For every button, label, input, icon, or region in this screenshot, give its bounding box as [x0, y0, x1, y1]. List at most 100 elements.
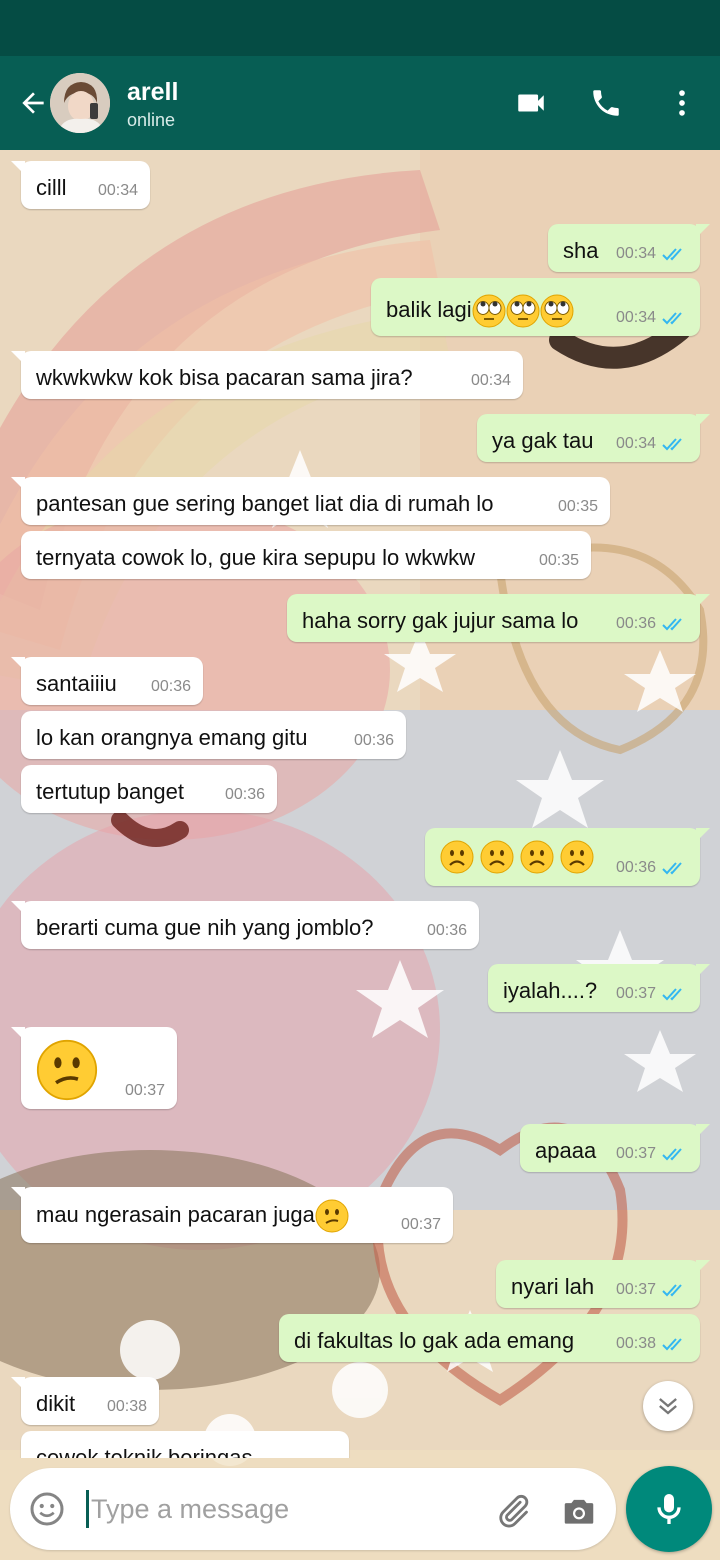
message-time: 00:38: [615, 1335, 656, 1352]
message-bubble-incoming[interactable]: tertutup banget 00:36: [21, 765, 277, 813]
message-bubble-incoming[interactable]: wkwkwkw kok bisa pacaran sama jira? 00:3…: [11, 351, 523, 399]
confused-face-icon: [36, 1039, 98, 1101]
message-text: pantesan gue sering banget liat dia di r…: [36, 491, 494, 516]
message-text: cewek teknik beringas: [36, 1445, 253, 1458]
face-with-rolling-eyes-icon: [506, 294, 540, 328]
message-compose-bar: [10, 1468, 616, 1550]
more-vert-icon: [679, 90, 685, 116]
arrow-left-icon: [22, 92, 44, 114]
message-time: 00:35: [557, 498, 598, 515]
message-bubble-incoming[interactable]: cewek teknik beringas: [21, 1431, 349, 1458]
message-time: 00:36: [353, 732, 394, 749]
double-check-icon: [662, 862, 682, 875]
message-bubble-incoming[interactable]: cilll 00:34: [11, 161, 150, 209]
message-text: lo kan orangnya emang gitu: [36, 725, 308, 750]
phone-icon: [593, 90, 619, 116]
message-text: balik lagi: [386, 296, 472, 322]
double-check-icon: [662, 618, 682, 631]
message-text: haha sorry gak jujur sama lo: [302, 608, 579, 633]
double-check-icon: [662, 312, 682, 325]
chat-header: arell online: [0, 56, 720, 150]
avatar[interactable]: [50, 73, 110, 133]
message-bubble-outgoing[interactable]: haha sorry gak jujur sama lo 00:36: [287, 594, 710, 642]
message-bubble-incoming[interactable]: 00:37: [11, 1027, 177, 1109]
frowning-face-icon: [480, 840, 514, 874]
message-bubble-incoming[interactable]: mau ngerasain pacaran juga 00:37: [11, 1187, 453, 1243]
message-text: tertutup banget: [36, 779, 185, 804]
message-bubble-outgoing[interactable]: ya gak tau 00:34: [477, 414, 710, 462]
message-time: 00:34: [470, 372, 511, 389]
message-text: iyalah....?: [503, 978, 598, 1003]
message-time: 00:36: [615, 615, 656, 632]
camera-icon: [564, 1499, 594, 1524]
double-chevron-down-icon: [659, 1398, 677, 1415]
emoji-icon: [30, 1492, 64, 1526]
message-time: 00:37: [615, 1281, 656, 1298]
message-input[interactable]: [86, 1490, 466, 1528]
face-with-rolling-eyes-icon: [472, 294, 506, 328]
emoji-button[interactable]: [26, 1488, 68, 1530]
message-bubble-outgoing[interactable]: balik lagi 00:34: [371, 278, 700, 336]
microphone-icon: [657, 1494, 681, 1524]
message-time: 00:36: [224, 786, 265, 803]
message-time: 00:34: [615, 245, 656, 262]
message-list[interactable]: cilll 00:34 sha 00:34 balik lagi 00:34 w…: [0, 150, 720, 1458]
message-bubble-outgoing[interactable]: iyalah....? 00:37: [488, 964, 710, 1012]
frowning-face-icon: [560, 840, 594, 874]
message-text: cilll: [36, 175, 67, 200]
message-bubble-outgoing[interactable]: nyari lah 00:37: [496, 1260, 710, 1308]
message-bubble-incoming[interactable]: dikit 00:38: [11, 1377, 159, 1425]
message-text: dikit: [36, 1391, 76, 1416]
message-time: 00:37: [615, 985, 656, 1002]
face-with-rolling-eyes-icon: [540, 294, 574, 328]
double-check-icon: [662, 248, 682, 261]
scroll-to-bottom-button[interactable]: [643, 1381, 693, 1431]
frowning-face-icon: [520, 840, 554, 874]
video-call-icon: [518, 94, 544, 112]
message-time: 00:35: [538, 552, 579, 569]
message-bubble-incoming[interactable]: santaiiiu 00:36: [11, 657, 203, 705]
message-text: sha: [563, 238, 599, 263]
camera-button[interactable]: [556, 1488, 602, 1534]
double-check-icon: [662, 988, 682, 1001]
message-bubble-outgoing[interactable]: sha 00:34: [548, 224, 710, 272]
paperclip-icon: [499, 1494, 529, 1528]
confused-face-icon: [315, 1199, 349, 1233]
double-check-icon: [662, 438, 682, 451]
frowning-face-icon: [440, 840, 474, 874]
message-bubble-incoming[interactable]: lo kan orangnya emang gitu 00:36: [21, 711, 406, 759]
more-options-button[interactable]: [657, 78, 707, 128]
message-bubble-outgoing[interactable]: di fakultas lo gak ada emang 00:38: [279, 1314, 700, 1362]
contact-status: online: [127, 110, 176, 130]
voice-message-button[interactable]: [626, 1466, 712, 1552]
attach-button[interactable]: [490, 1488, 536, 1534]
contact-name[interactable]: arell: [127, 78, 178, 107]
message-time: 00:37: [124, 1082, 165, 1099]
message-bubble-outgoing[interactable]: 00:36: [425, 828, 710, 886]
message-time: 00:34: [615, 435, 656, 452]
message-text: apaaa: [535, 1138, 597, 1163]
message-text: berarti cuma gue nih yang jomblo?: [36, 915, 374, 940]
status-bar: [0, 0, 720, 56]
message-time: 00:36: [615, 859, 656, 876]
double-check-icon: [662, 1284, 682, 1297]
message-time: 00:34: [97, 182, 138, 199]
message-time: 00:37: [615, 1145, 656, 1162]
message-text: nyari lah: [511, 1274, 595, 1299]
message-text: wkwkwkw kok bisa pacaran sama jira?: [36, 365, 413, 390]
message-text: ternyata cowok lo, gue kira sepupu lo wk…: [36, 545, 475, 570]
message-time: 00:38: [106, 1398, 147, 1415]
message-time: 00:37: [400, 1216, 441, 1233]
double-check-icon: [662, 1338, 682, 1351]
video-call-button[interactable]: [506, 78, 556, 128]
message-bubble-incoming[interactable]: berarti cuma gue nih yang jomblo? 00:36: [11, 901, 479, 949]
message-text: mau ngerasain pacaran juga: [36, 1201, 315, 1227]
message-time: 00:36: [426, 922, 467, 939]
message-text: ya gak tau: [492, 428, 594, 453]
message-bubble-outgoing[interactable]: apaaa 00:37: [520, 1124, 710, 1172]
message-bubble-incoming[interactable]: pantesan gue sering banget liat dia di r…: [11, 477, 610, 525]
message-time: 00:34: [615, 309, 656, 326]
double-check-icon: [662, 1148, 682, 1161]
voice-call-button[interactable]: [581, 78, 631, 128]
message-bubble-incoming[interactable]: ternyata cowok lo, gue kira sepupu lo wk…: [21, 531, 591, 579]
